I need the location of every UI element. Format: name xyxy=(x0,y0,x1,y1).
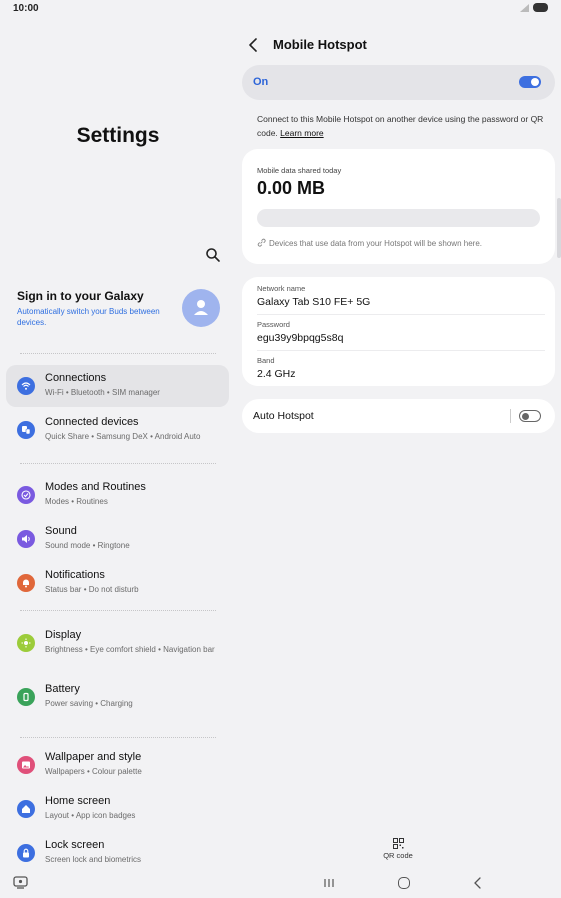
divider xyxy=(257,350,545,351)
hotspot-toggle[interactable] xyxy=(519,76,541,88)
menu-item-title: Sound xyxy=(45,525,77,537)
wifi-icon xyxy=(17,377,35,395)
image-icon xyxy=(17,756,35,774)
sun-icon xyxy=(17,634,35,652)
recent-apps-icon[interactable] xyxy=(323,878,335,888)
menu-item-lock-screen[interactable]: Lock screen Screen lock and biometrics xyxy=(6,832,229,874)
back-arrow-icon[interactable] xyxy=(248,38,260,52)
password-row[interactable]: Password egu39y9bpqg5s8q xyxy=(257,320,545,344)
data-usage-label: Mobile data shared today xyxy=(257,166,342,175)
menu-item-notifications[interactable]: Notifications Status bar • Do not distur… xyxy=(6,562,229,604)
menu-item-subtitle: Brightness • Eye comfort shield • Naviga… xyxy=(45,645,215,654)
menu-item-battery[interactable]: Battery Power saving • Charging xyxy=(6,676,229,718)
status-bar: 10:00 xyxy=(0,0,561,18)
menu-item-title: Modes and Routines xyxy=(45,481,146,493)
auto-hotspot-label: Auto Hotspot xyxy=(253,410,314,422)
home-icon xyxy=(17,800,35,818)
menu-item-title: Battery xyxy=(45,683,80,695)
detail-title: Mobile Hotspot xyxy=(273,37,367,52)
dex-taskbar-icon[interactable] xyxy=(13,876,28,889)
section-divider xyxy=(20,463,216,464)
qr-code-button[interactable]: QR code xyxy=(378,836,418,866)
divider xyxy=(257,314,545,315)
menu-item-title: Connections xyxy=(45,372,107,384)
menu-item-subtitle: Modes • Routines xyxy=(45,497,108,506)
check-circle-icon xyxy=(17,486,35,504)
menu-item-title: Display xyxy=(45,629,82,641)
menu-item-subtitle: Status bar • Do not disturb xyxy=(45,585,139,594)
data-usage-value: 0.00 MB xyxy=(257,178,326,198)
master-switch-label: On xyxy=(253,76,269,88)
lock-icon xyxy=(17,844,35,862)
link-icon xyxy=(257,238,266,247)
band-row[interactable]: Band 2.4 GHz xyxy=(257,356,545,380)
menu-item-modes-and-routines[interactable]: Modes and Routines Modes • Routines xyxy=(6,474,229,516)
battery-status-icon xyxy=(533,3,548,12)
menu-item-subtitle: Power saving • Charging xyxy=(45,699,133,708)
menu-item-wallpaper-and-style[interactable]: Wallpaper and style Wallpapers • Colour … xyxy=(6,744,229,786)
password-value: egu39y9bpqg5s8q xyxy=(257,332,344,344)
menu-item-subtitle: Wi-Fi • Bluetooth • SIM manager xyxy=(45,388,160,397)
auto-hotspot-toggle[interactable] xyxy=(519,410,541,422)
menu-item-title: Home screen xyxy=(45,795,111,807)
speaker-icon xyxy=(17,530,35,548)
signal-icon xyxy=(520,4,529,12)
menu-item-subtitle: Screen lock and biometrics xyxy=(45,855,142,864)
home-nav-icon[interactable] xyxy=(398,877,410,889)
qr-code-icon xyxy=(392,838,404,849)
person-icon xyxy=(194,300,208,315)
hotspot-master-switch[interactable]: On xyxy=(242,65,555,100)
menu-item-connected-devices[interactable]: Connected devices Quick Share • Samsung … xyxy=(6,409,229,451)
divider xyxy=(510,409,511,423)
menu-item-subtitle: Sound mode • Ringtone xyxy=(45,541,130,550)
data-usage-card: Mobile data shared today 0.00 MB Devices… xyxy=(242,149,555,264)
band-value: 2.4 GHz xyxy=(257,368,296,380)
back-nav-icon[interactable] xyxy=(473,877,483,889)
network-name-label: Network name xyxy=(257,284,306,293)
network-name-row[interactable]: Network name Galaxy Tab S10 FE+ 5G xyxy=(257,284,545,308)
band-label: Band xyxy=(257,356,275,365)
data-usage-bar xyxy=(257,209,540,227)
section-divider xyxy=(20,353,216,354)
menu-item-display[interactable]: Display Brightness • Eye comfort shield … xyxy=(6,622,229,676)
section-divider xyxy=(20,610,216,611)
section-divider xyxy=(20,737,216,738)
menu-item-home-screen[interactable]: Home screen Layout • App icon badges xyxy=(6,788,229,830)
status-time: 10:00 xyxy=(13,3,39,14)
hotspot-description: Connect to this Mobile Hotspot on anothe… xyxy=(257,112,547,140)
network-name-value: Galaxy Tab S10 FE+ 5G xyxy=(257,296,371,308)
qr-code-label: QR code xyxy=(383,851,413,860)
scrollbar[interactable] xyxy=(557,198,561,258)
network-details-card: Network name Galaxy Tab S10 FE+ 5G Passw… xyxy=(242,277,555,386)
page-title: Settings xyxy=(76,124,160,147)
learn-more-link[interactable]: Learn more xyxy=(280,128,323,138)
avatar[interactable] xyxy=(182,289,220,327)
account-title: Sign in to your Galaxy xyxy=(17,289,144,303)
menu-item-connections[interactable]: Connections Wi-Fi • Bluetooth • SIM mana… xyxy=(6,365,229,407)
menu-item-title: Lock screen xyxy=(45,839,105,851)
menu-item-subtitle: Wallpapers • Colour palette xyxy=(45,767,142,776)
menu-item-title: Wallpaper and style xyxy=(45,751,142,763)
data-usage-note: Devices that use data from your Hotspot … xyxy=(257,238,482,248)
menu-item-subtitle: Layout • App icon badges xyxy=(45,811,136,820)
menu-item-title: Connected devices xyxy=(45,416,139,428)
auto-hotspot-row[interactable]: Auto Hotspot xyxy=(242,399,555,433)
menu-item-subtitle: Quick Share • Samsung DeX • Android Auto xyxy=(45,432,201,441)
samsung-account-signin[interactable]: Sign in to your Galaxy Automatically swi… xyxy=(17,289,177,328)
account-subtitle: Automatically switch your Buds between d… xyxy=(17,307,160,327)
battery-icon xyxy=(17,688,35,706)
toggle-knob xyxy=(531,78,539,86)
data-note-text: Devices that use data from your Hotspot … xyxy=(269,239,482,248)
menu-item-title: Notifications xyxy=(45,569,105,581)
toggle-knob xyxy=(521,412,529,420)
menu-item-sound[interactable]: Sound Sound mode • Ringtone xyxy=(6,518,229,560)
devices-icon xyxy=(17,421,35,439)
search-icon[interactable] xyxy=(204,246,222,264)
bell-icon xyxy=(17,574,35,592)
password-label: Password xyxy=(257,320,290,329)
